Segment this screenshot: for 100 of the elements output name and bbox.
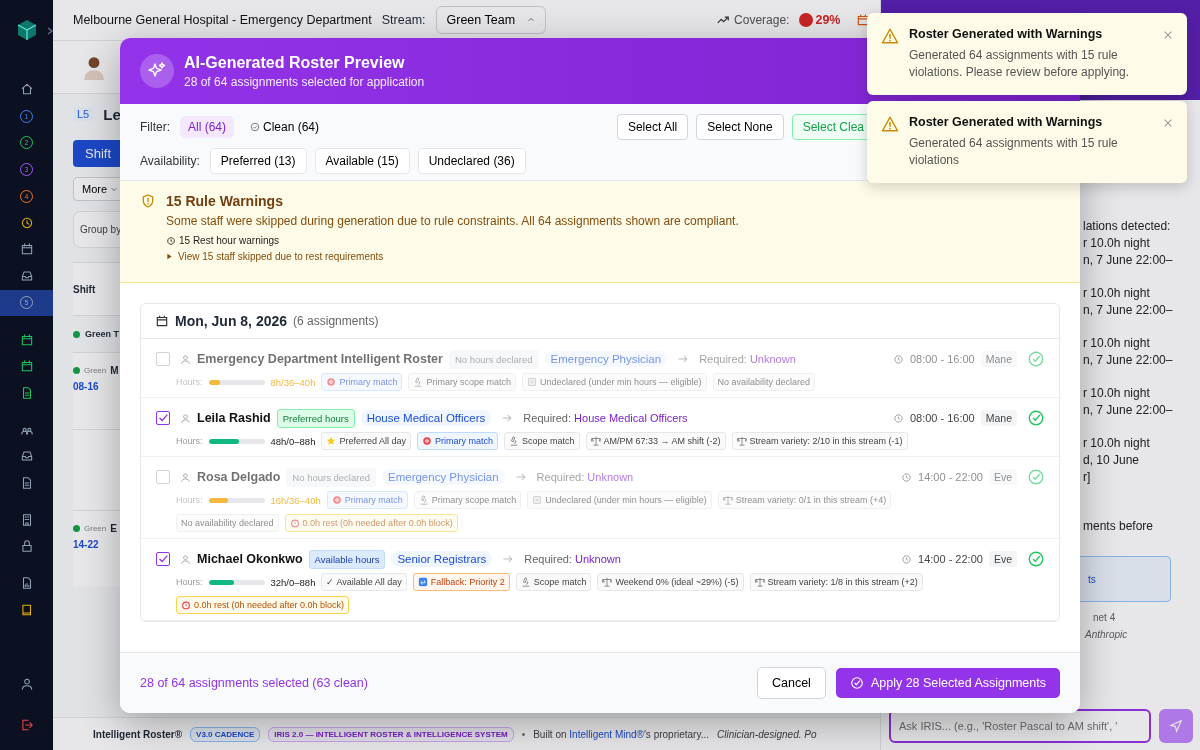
warning-text: Some staff were skipped during generation due to rule constraints. All 64 assignments shown are compliant.: [166, 214, 740, 228]
toast-title: Roster Generated with Warnings: [909, 27, 1104, 41]
required-role: Required: Unknown: [536, 471, 634, 483]
match-chip: Stream variety: 1/8 in this stream (+2): [749, 573, 923, 591]
message-line: lations detected:: [1083, 219, 1171, 233]
staff-name: Rosa Delgado: [197, 470, 281, 484]
staff-name: Emergency Department Intelligent Roster: [197, 352, 443, 366]
shift-tag: Mane: [980, 410, 1017, 426]
hours-label: Hours:: [176, 436, 203, 446]
match-chip: Scope match: [515, 573, 592, 591]
selection-button[interactable]: Select None: [696, 114, 784, 140]
shift-name: M: [110, 365, 119, 376]
version-badge: IRIS 2.0 — INTELLIGENT ROSTER & INTELLIGENCE SYSTEM: [268, 726, 514, 742]
filter-chip[interactable]: Clean (64): [242, 116, 328, 138]
shift-tag: Eve: [988, 469, 1017, 485]
apply-button[interactable]: Apply 28 Selected Assignments: [835, 668, 1060, 698]
hours-badge: Preferred hours: [276, 408, 355, 428]
availability-chip[interactable]: Undeclared (36): [417, 148, 526, 174]
selection-button[interactable]: Select All: [616, 114, 689, 140]
provider-name: Anthropic: [1085, 629, 1128, 640]
match-chip: Primary match: [321, 373, 403, 391]
shift-tag: Eve: [988, 551, 1017, 567]
model-name: net 4: [1093, 612, 1116, 623]
day-date: Mon, Jun 8, 2026: [175, 313, 288, 329]
match-chip: Weekend 0% (ideal ~29%) (-5): [597, 573, 744, 591]
availability-label: Availability:: [140, 154, 200, 168]
selection-summary: 28 of 64 assignments selected (63 clean): [140, 676, 368, 690]
shift-time: 08-16: [73, 381, 99, 392]
shift-time: 08:00 - 16:00: [909, 412, 975, 424]
match-chip: Undeclared (under min hours — eligible): [522, 373, 707, 391]
hospital-title: Melbourne General Hospital - Emergency Department: [73, 13, 372, 27]
level-tag: L5: [73, 107, 94, 121]
match-chip: Undeclared (under min hours — eligible): [527, 491, 712, 509]
hours-value: 16h/36–40h: [270, 494, 321, 506]
toast-message: Generated 64 assignments with 15 rule violations. Please review before applying.: [909, 47, 1131, 81]
match-chip: Primary scope match: [413, 491, 522, 509]
toast-message: Generated 64 assignments with 15 rule violations: [909, 135, 1119, 169]
skipped-staff-toggle[interactable]: View 15 staff skipped due to rest requirements: [166, 251, 384, 262]
message-line: n, 7 June 22:00–: [1083, 403, 1173, 417]
message-line: r 10.0h night: [1083, 436, 1150, 450]
required-role: Required: Unknown: [524, 553, 621, 565]
availability-chip[interactable]: Available (15): [314, 148, 410, 174]
message-line: n, 7 June 22:00–: [1083, 303, 1173, 317]
chat-input[interactable]: Ask IRIS... (e.g., 'Roster Pascal to AM shift', ': [889, 709, 1151, 743]
match-chip: Stream variety: 2/10 in this stream (-1): [731, 432, 908, 450]
shift-time: 14:00 - 22:00: [918, 471, 983, 483]
shift-view-button[interactable]: Shift: [73, 140, 123, 167]
match-chip: Stream variety: 0/1 in this stream (+4): [717, 491, 892, 509]
message-line: d, 10 June: [1083, 453, 1140, 467]
shift-time: 14-22: [73, 539, 99, 550]
toast-title: Roster Generated with Warnings: [909, 115, 1104, 129]
warning-title: 15 Rule Warnings: [166, 193, 283, 209]
cancel-button[interactable]: Cancel: [756, 667, 826, 699]
message-line: r 10.0h night: [1083, 286, 1150, 300]
message-line: r 10.0h night: [1083, 336, 1150, 350]
required-role: Required: Unknown: [699, 353, 796, 365]
stream-select[interactable]: Green Team: [435, 6, 547, 34]
stream-label: Stream:: [381, 13, 426, 27]
required-role: Required: House Medical Officers: [523, 412, 688, 424]
hours-badge: No hours declared: [448, 349, 539, 369]
coverage-label: Coverage:: [734, 13, 790, 27]
match-chip: Primary match: [417, 432, 498, 450]
dialog-subtitle: 28 of 64 assignments selected for application: [184, 74, 425, 89]
hours-badge: Available hours: [308, 549, 386, 569]
match-chip: ✓ Available All day: [321, 573, 407, 591]
card-text: ts: [1088, 573, 1096, 585]
role-tag: Senior Registrars: [391, 551, 493, 567]
staff-name: Leila Rashid: [197, 411, 271, 425]
shift-name: E: [110, 523, 117, 534]
tagline: Clinician-designed. Po: [717, 728, 817, 740]
match-chip: 0.0h rest (0h needed after 0.0h block): [176, 596, 350, 614]
shift-tag: Mane: [980, 351, 1017, 367]
staff-name: Michael Okonkwo: [197, 552, 303, 566]
filter-label: Filter:: [140, 120, 170, 134]
stream-label: Green: [84, 524, 107, 533]
match-chip: Primary scope match: [408, 373, 516, 391]
availability-chip[interactable]: Preferred (13): [209, 148, 307, 174]
hours-label: Hours:: [176, 577, 203, 587]
message-line: r 10.0h night: [1083, 236, 1150, 250]
dialog-title: AI-Generated Roster Preview: [184, 53, 406, 72]
role-tag: Emergency Physician: [382, 469, 505, 485]
hours-badge: No hours declared: [286, 467, 376, 487]
brand-name: Intelligent Roster®: [93, 728, 183, 740]
bullet: •: [521, 728, 526, 740]
shift-time: 08:00 - 16:00: [909, 353, 975, 365]
filter-chip[interactable]: All (64): [180, 116, 234, 138]
match-chip: Scope match: [504, 432, 580, 450]
rest-warning-count: 15 Rest hour warnings: [179, 235, 280, 246]
match-chip: AM/PM 67:33 → AM shift (-2): [585, 432, 726, 450]
message-line: ments before: [1083, 519, 1154, 533]
coverage-value: 29%: [815, 13, 841, 27]
message-line: n, 7 June 22:00–: [1083, 253, 1173, 267]
shift-time: 14:00 - 22:00: [918, 553, 983, 565]
match-chip: Primary match: [326, 491, 408, 509]
brand-link[interactable]: Intelligent Mind®: [569, 728, 644, 740]
match-chip: No availability declared: [176, 514, 279, 532]
role-tag: Emergency Physician: [544, 351, 668, 367]
built-on-text: Built on Intelligent Mind®'s proprietary...: [533, 728, 710, 740]
match-chip: 0.0h rest (0h needed after 0.0h block): [284, 514, 458, 532]
match-chip: No availability declared: [712, 373, 816, 391]
